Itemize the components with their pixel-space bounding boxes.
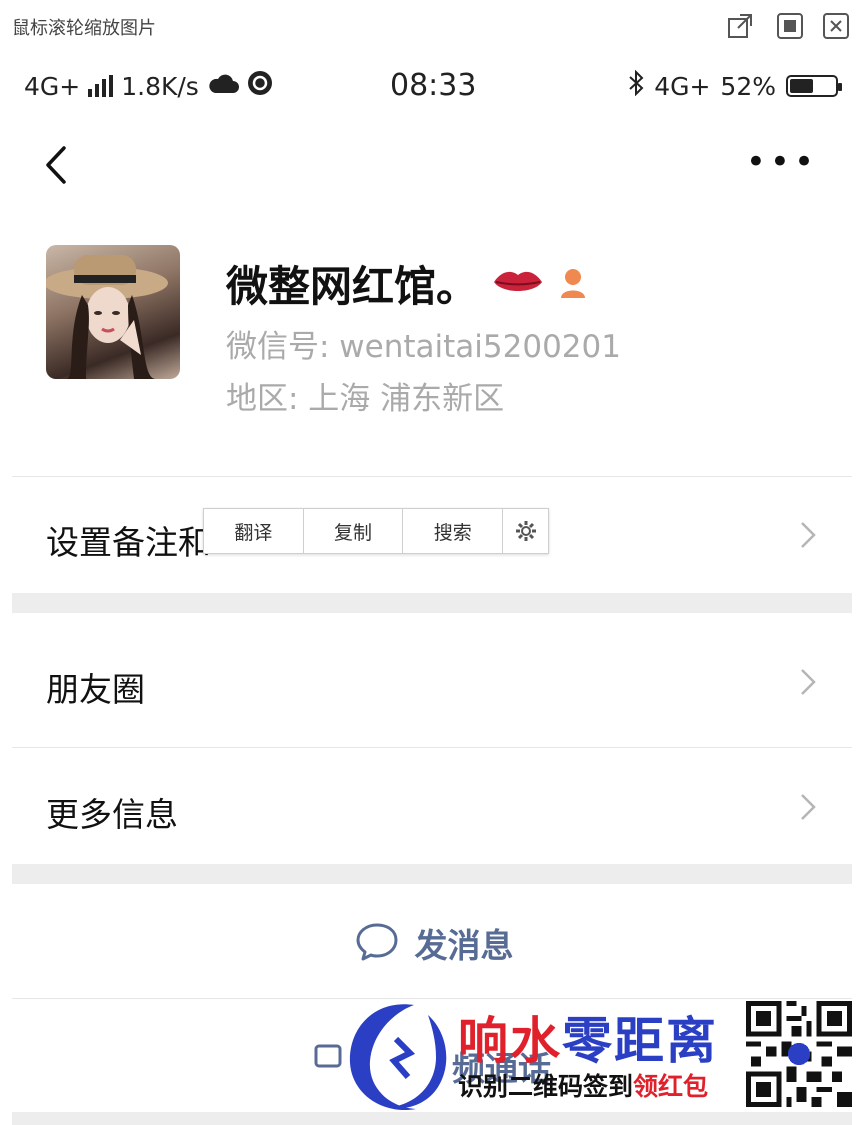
more-info-label: 更多信息 <box>46 795 178 834</box>
more-options-icon[interactable]: ••• <box>746 145 818 179</box>
signal-icon <box>88 75 114 97</box>
nav-bar: ••• <box>0 130 868 200</box>
chevron-right-icon <box>798 667 818 697</box>
lips-icon <box>492 259 544 308</box>
clock: 08:33 <box>390 68 477 103</box>
text-context-menu: 翻译 复制 搜索 <box>203 508 549 554</box>
network-type-right: 4G+ <box>654 71 711 101</box>
divider <box>12 476 852 477</box>
avatar[interactable] <box>46 245 180 379</box>
person-icon <box>558 259 588 308</box>
battery-percent: 52% <box>720 71 776 101</box>
status-bar: 4G+ 1.8K/s 08:33 4G+ 52% <box>0 62 868 112</box>
moments-label: 朋友圈 <box>46 670 145 709</box>
section-gap <box>12 593 852 613</box>
watermark-title: 响水零距离 <box>458 1011 718 1070</box>
search-menu-item[interactable]: 搜索 <box>403 509 504 553</box>
send-message-label: 发消息 <box>414 926 514 965</box>
battery-icon <box>786 75 842 97</box>
back-icon[interactable] <box>38 140 78 190</box>
profile-name-text: 微整网红馆。 <box>226 262 479 311</box>
record-icon <box>247 70 273 102</box>
profile-name: 微整网红馆。 <box>226 253 588 314</box>
section-gap <box>12 864 852 884</box>
watermark: 响水零距离 识别二维码签到领红包 <box>340 995 860 1120</box>
viewer-toolbar: 鼠标滚轮缩放图片 <box>0 0 868 48</box>
qr-code[interactable] <box>746 1001 852 1107</box>
network-type: 4G+ <box>24 71 81 101</box>
remark-label: 设置备注和 <box>46 523 211 562</box>
more-info-row[interactable]: 更多信息 <box>12 748 852 864</box>
net-speed: 1.8K/s <box>121 71 199 101</box>
wechat-id: 微信号: wentaitai5200201 <box>226 329 621 365</box>
profile-header: 微整网红馆。 微信号: wentaitai5200201 地区: 上海 浦东新区 <box>0 245 868 425</box>
chevron-right-icon <box>798 520 818 550</box>
chevron-right-icon <box>798 792 818 822</box>
gear-icon[interactable] <box>503 509 548 553</box>
close-icon[interactable] <box>822 12 850 40</box>
translate-menu-item[interactable]: 翻译 <box>204 509 304 553</box>
moments-row[interactable]: 朋友圈 <box>12 613 852 747</box>
cloud-icon <box>207 72 239 101</box>
logo-icon <box>344 999 460 1121</box>
watermark-subtitle: 识别二维码签到领红包 <box>458 1072 709 1101</box>
region: 地区: 上海 浦东新区 <box>226 381 505 417</box>
send-message-button[interactable]: 发消息 <box>0 918 868 968</box>
fit-screen-icon[interactable] <box>776 12 804 40</box>
copy-menu-item[interactable]: 复制 <box>304 509 404 553</box>
bluetooth-icon <box>628 69 644 102</box>
zoom-hint: 鼠标滚轮缩放图片 <box>12 18 156 39</box>
open-external-icon[interactable] <box>726 12 754 40</box>
chat-bubble-icon <box>355 921 399 965</box>
